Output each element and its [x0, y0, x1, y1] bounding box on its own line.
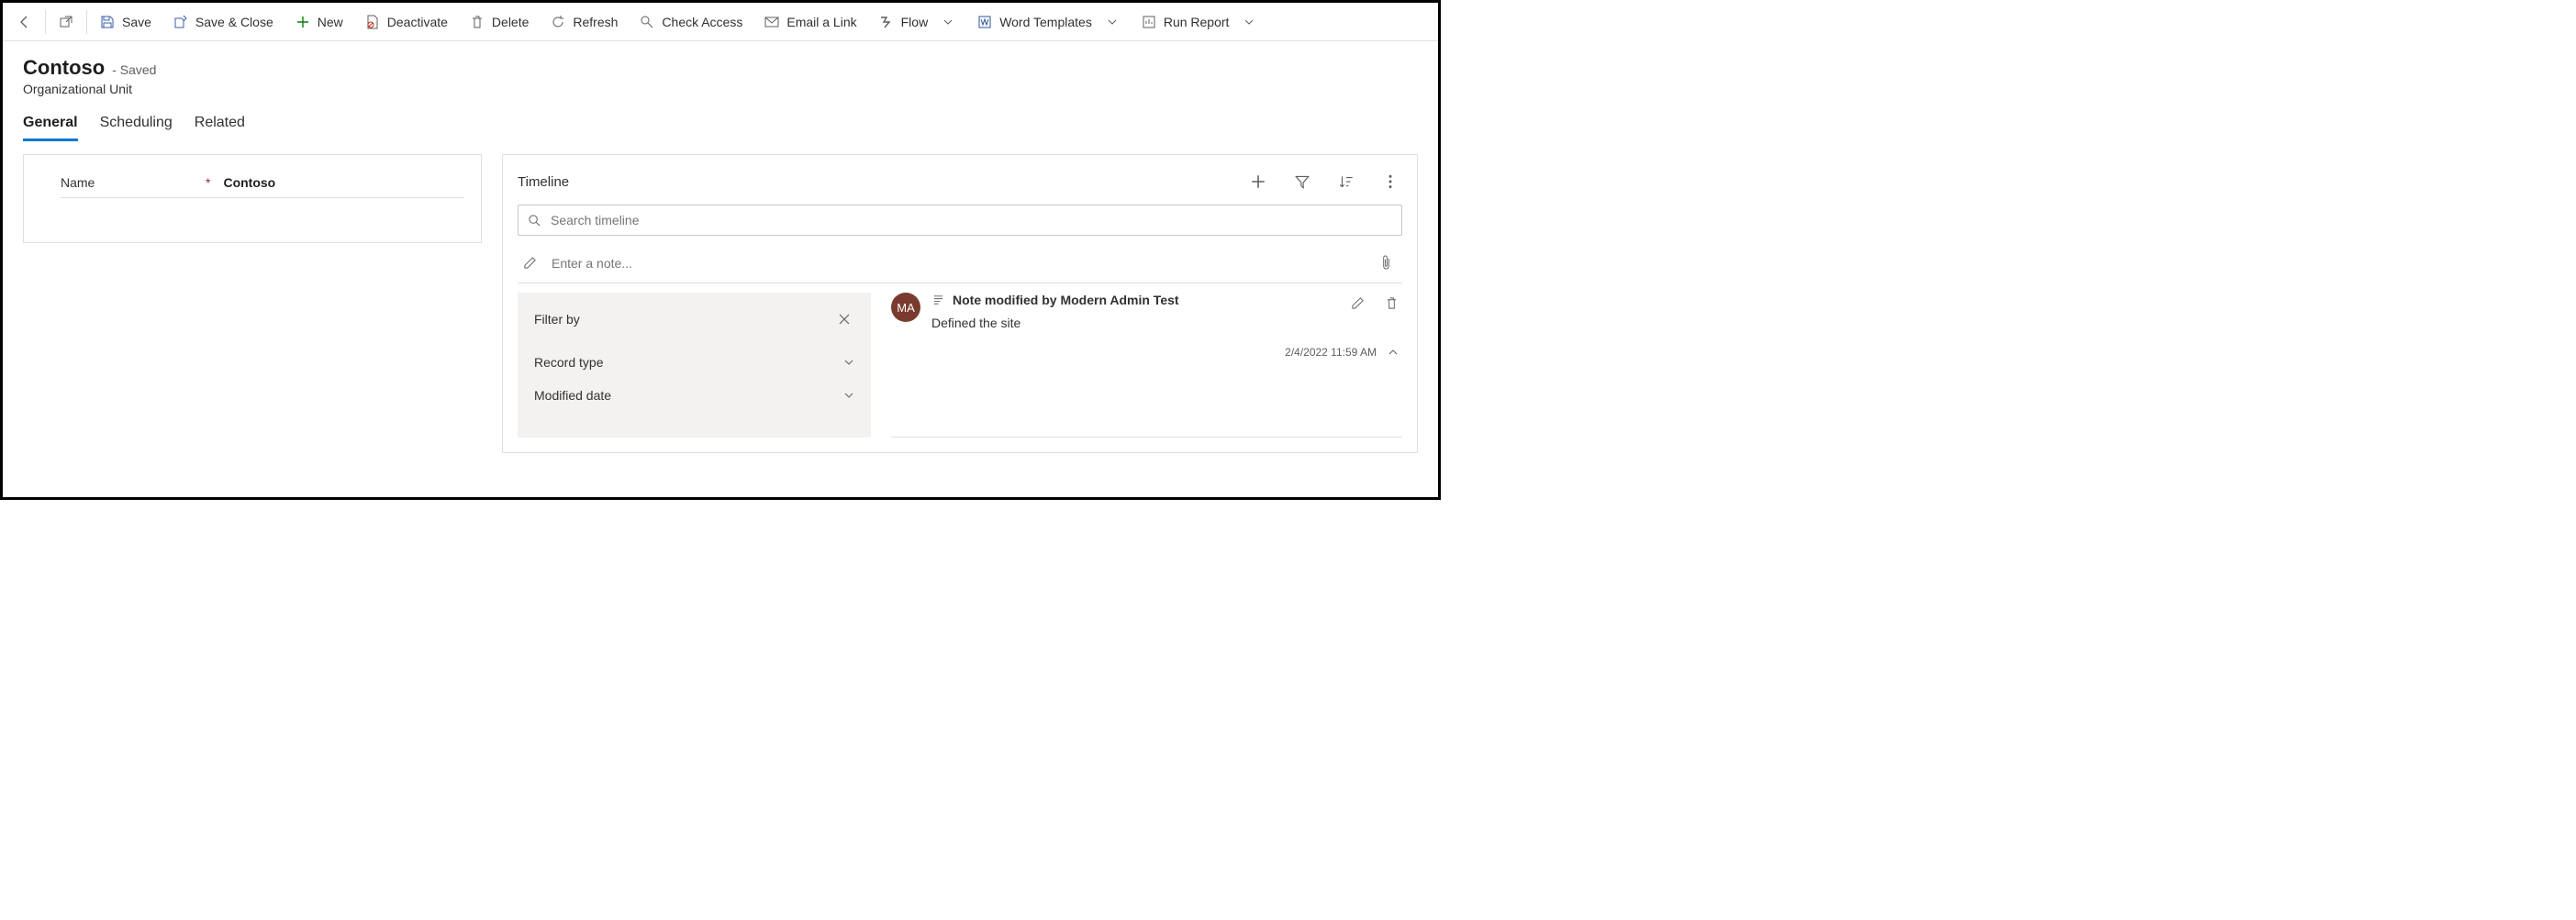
save-label: Save: [122, 15, 151, 29]
general-section: Name * Contoso: [23, 154, 482, 243]
collapse-note-button[interactable]: [1384, 343, 1402, 361]
note-timestamp: 2/4/2022 11:59 AM: [1285, 346, 1377, 359]
popout-button[interactable]: [48, 3, 84, 41]
separator: [86, 10, 87, 34]
filter-modified-date-label: Modified date: [534, 388, 611, 403]
tab-general[interactable]: General: [23, 115, 78, 141]
more-timeline-button[interactable]: [1378, 170, 1402, 194]
timeline-section: Timeline: [502, 154, 1418, 453]
email-link-label: Email a Link: [786, 15, 856, 29]
new-label: New: [318, 15, 343, 29]
required-indicator: *: [206, 175, 210, 190]
delete-label: Delete: [492, 15, 529, 29]
word-templates-button[interactable]: Word Templates: [966, 3, 1131, 41]
delete-note-button[interactable]: [1381, 293, 1402, 314]
email-link-button[interactable]: Email a Link: [753, 3, 867, 41]
refresh-button[interactable]: Refresh: [540, 3, 629, 41]
page-title: Contoso: [23, 56, 105, 80]
pencil-icon: [1351, 296, 1365, 310]
deactivate-icon: [365, 15, 380, 29]
flow-icon: [879, 15, 894, 29]
chevron-down-icon: [843, 390, 854, 401]
timeline-title: Timeline: [518, 174, 569, 190]
save-close-icon: [173, 15, 188, 29]
close-filter-button[interactable]: [834, 309, 854, 329]
chevron-down-icon: [1242, 15, 1256, 29]
run-report-label: Run Report: [1164, 15, 1230, 29]
tab-related[interactable]: Related: [195, 115, 245, 141]
timeline-note-item[interactable]: MA Note modified by Modern Admin Test: [891, 293, 1402, 438]
deactivate-button[interactable]: Deactivate: [354, 3, 459, 41]
chevron-down-icon: [941, 15, 955, 29]
email-icon: [764, 15, 779, 29]
filter-icon: [1294, 173, 1310, 190]
trash-icon: [1385, 296, 1399, 310]
filter-panel: Filter by Record type Modified date: [518, 293, 871, 438]
plus-icon: [1250, 173, 1266, 190]
command-bar: Save Save & Close New Deactivate Delete …: [3, 3, 1438, 41]
paperclip-icon: [1379, 255, 1393, 271]
note-icon: [931, 294, 945, 307]
timeline-search[interactable]: [518, 205, 1402, 236]
close-icon: [838, 313, 851, 326]
refresh-icon: [551, 15, 565, 29]
entity-type-label: Organizational Unit: [23, 82, 1418, 96]
note-entry-row[interactable]: [518, 243, 1402, 283]
name-field-value: Contoso: [223, 175, 275, 190]
delete-button[interactable]: Delete: [459, 3, 540, 41]
save-close-button[interactable]: Save & Close: [162, 3, 284, 41]
chevron-down-icon: [843, 357, 854, 368]
name-field-label: Name: [61, 175, 206, 190]
save-status: - Saved: [112, 62, 156, 77]
more-vertical-icon: [1382, 173, 1399, 190]
save-icon: [100, 15, 115, 29]
tab-scheduling[interactable]: Scheduling: [100, 115, 173, 141]
chevron-up-icon: [1388, 347, 1399, 358]
flow-button[interactable]: Flow: [868, 3, 967, 41]
record-header: Contoso - Saved Organizational Unit: [3, 41, 1438, 96]
filter-record-type-label: Record type: [534, 355, 603, 370]
sort-timeline-button[interactable]: [1334, 170, 1358, 194]
edit-note-button[interactable]: [1347, 293, 1368, 314]
filter-modified-date[interactable]: Modified date: [534, 379, 854, 412]
refresh-label: Refresh: [573, 15, 618, 29]
check-access-label: Check Access: [662, 15, 742, 29]
check-access-button[interactable]: Check Access: [629, 3, 753, 41]
separator: [45, 10, 46, 34]
deactivate-label: Deactivate: [387, 15, 448, 29]
trash-icon: [470, 15, 485, 29]
tabs: General Scheduling Related: [3, 96, 1438, 141]
new-button[interactable]: New: [284, 3, 354, 41]
search-icon: [528, 214, 541, 227]
flow-label: Flow: [901, 15, 929, 29]
save-close-label: Save & Close: [195, 15, 273, 29]
key-icon: [640, 15, 654, 29]
filter-panel-title: Filter by: [534, 312, 580, 327]
plus-icon: [296, 15, 310, 29]
filter-timeline-button[interactable]: [1290, 170, 1314, 194]
chevron-down-icon: [1105, 15, 1120, 29]
back-arrow-icon: [17, 15, 32, 29]
sort-icon: [1338, 173, 1355, 190]
attachment-button[interactable]: [1376, 251, 1397, 274]
pencil-icon: [523, 256, 537, 270]
report-icon: [1142, 15, 1156, 29]
avatar: MA: [891, 293, 920, 322]
back-button[interactable]: [6, 3, 43, 41]
note-input[interactable]: [552, 256, 1361, 271]
note-title: Note modified by Modern Admin Test: [953, 293, 1179, 307]
filter-record-type[interactable]: Record type: [534, 346, 854, 379]
timeline-search-input[interactable]: [551, 213, 1392, 227]
note-description: Defined the site: [931, 316, 1402, 330]
add-timeline-button[interactable]: [1246, 170, 1270, 194]
save-button[interactable]: Save: [89, 3, 162, 41]
word-icon: [977, 15, 992, 29]
name-field[interactable]: Name * Contoso: [61, 175, 464, 198]
popout-icon: [59, 15, 73, 29]
run-report-button[interactable]: Run Report: [1131, 3, 1268, 41]
content-area: Name * Contoso Timeline: [3, 141, 1438, 473]
word-templates-label: Word Templates: [999, 15, 1092, 29]
